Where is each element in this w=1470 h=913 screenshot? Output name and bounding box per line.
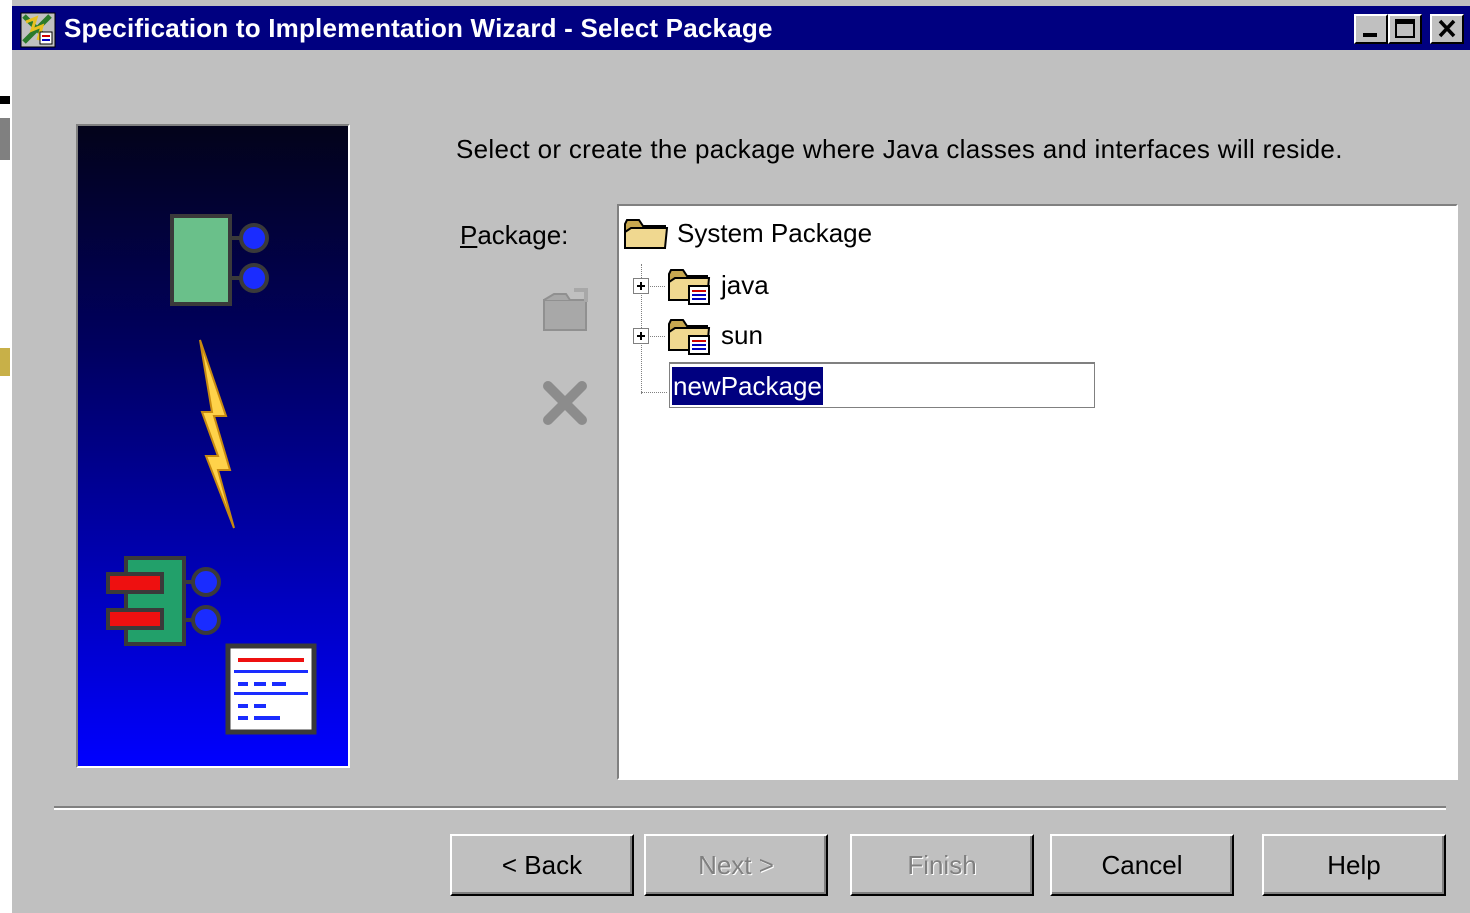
close-icon	[1438, 19, 1456, 38]
finish-button[interactable]: Finish	[850, 834, 1034, 896]
tree-node-sun[interactable]: sun	[667, 316, 867, 356]
cancel-button[interactable]: Cancel	[1050, 834, 1234, 896]
tree-node-java[interactable]: java	[667, 266, 867, 306]
new-package-name-field[interactable]: newPackage	[669, 362, 1095, 408]
minimize-button[interactable]	[1354, 14, 1388, 44]
close-button[interactable]	[1430, 14, 1464, 44]
help-button-label: Help	[1327, 850, 1381, 880]
tree-connector	[641, 392, 667, 393]
package-label: Package:	[460, 220, 568, 251]
expand-sun-button[interactable]	[633, 328, 649, 344]
background-edge-mark	[0, 96, 10, 104]
app-icon	[20, 12, 56, 48]
tree-connector	[647, 286, 665, 287]
wizard-dialog: Specification to Implementation Wizard -…	[12, 0, 1470, 913]
package-folder-icon	[668, 269, 711, 305]
maximize-button[interactable]	[1388, 14, 1422, 44]
tree-node-system-package[interactable]: System Package	[621, 214, 921, 254]
delete-icon	[543, 381, 587, 425]
expand-java-button[interactable]	[633, 278, 649, 294]
package-label-mnemonic: P	[460, 220, 478, 250]
new-package-button[interactable]	[540, 288, 592, 340]
background-edge-mark	[0, 118, 10, 160]
component-illustration	[106, 214, 317, 735]
maximize-icon	[1395, 19, 1415, 38]
instruction-text: Select or create the package where Java …	[456, 134, 1343, 164]
back-button-label: < Back	[501, 850, 583, 880]
wizard-illustration	[76, 124, 350, 768]
back-button[interactable]: < Back	[450, 834, 634, 896]
new-package-name-value[interactable]: newPackage	[672, 367, 823, 405]
tree-node-label: System Package	[677, 218, 873, 248]
next-button[interactable]: Next >	[644, 834, 828, 896]
next-button-label: Next >	[698, 850, 774, 880]
package-label-text: ackage:	[477, 220, 569, 250]
window-title: Specification to Implementation Wizard -…	[64, 13, 773, 43]
package-folder-icon	[668, 319, 711, 355]
tree-connector	[647, 336, 665, 337]
folder-icon	[624, 219, 669, 249]
tree-node-label: sun	[721, 320, 763, 350]
help-button[interactable]: Help	[1262, 834, 1446, 896]
cancel-button-label: Cancel	[1101, 850, 1183, 880]
delete-button[interactable]	[540, 378, 592, 430]
background-edge-mark	[0, 348, 10, 376]
finish-button-label: Finish	[907, 850, 977, 880]
tree-node-label: java	[721, 270, 769, 300]
new-package-icon	[543, 288, 588, 331]
button-separator	[54, 806, 1446, 810]
package-tree[interactable]: System Package java sun newPackage	[617, 204, 1458, 780]
minimize-icon	[1363, 33, 1377, 37]
title-bar[interactable]: Specification to Implementation Wizard -…	[12, 6, 1470, 50]
